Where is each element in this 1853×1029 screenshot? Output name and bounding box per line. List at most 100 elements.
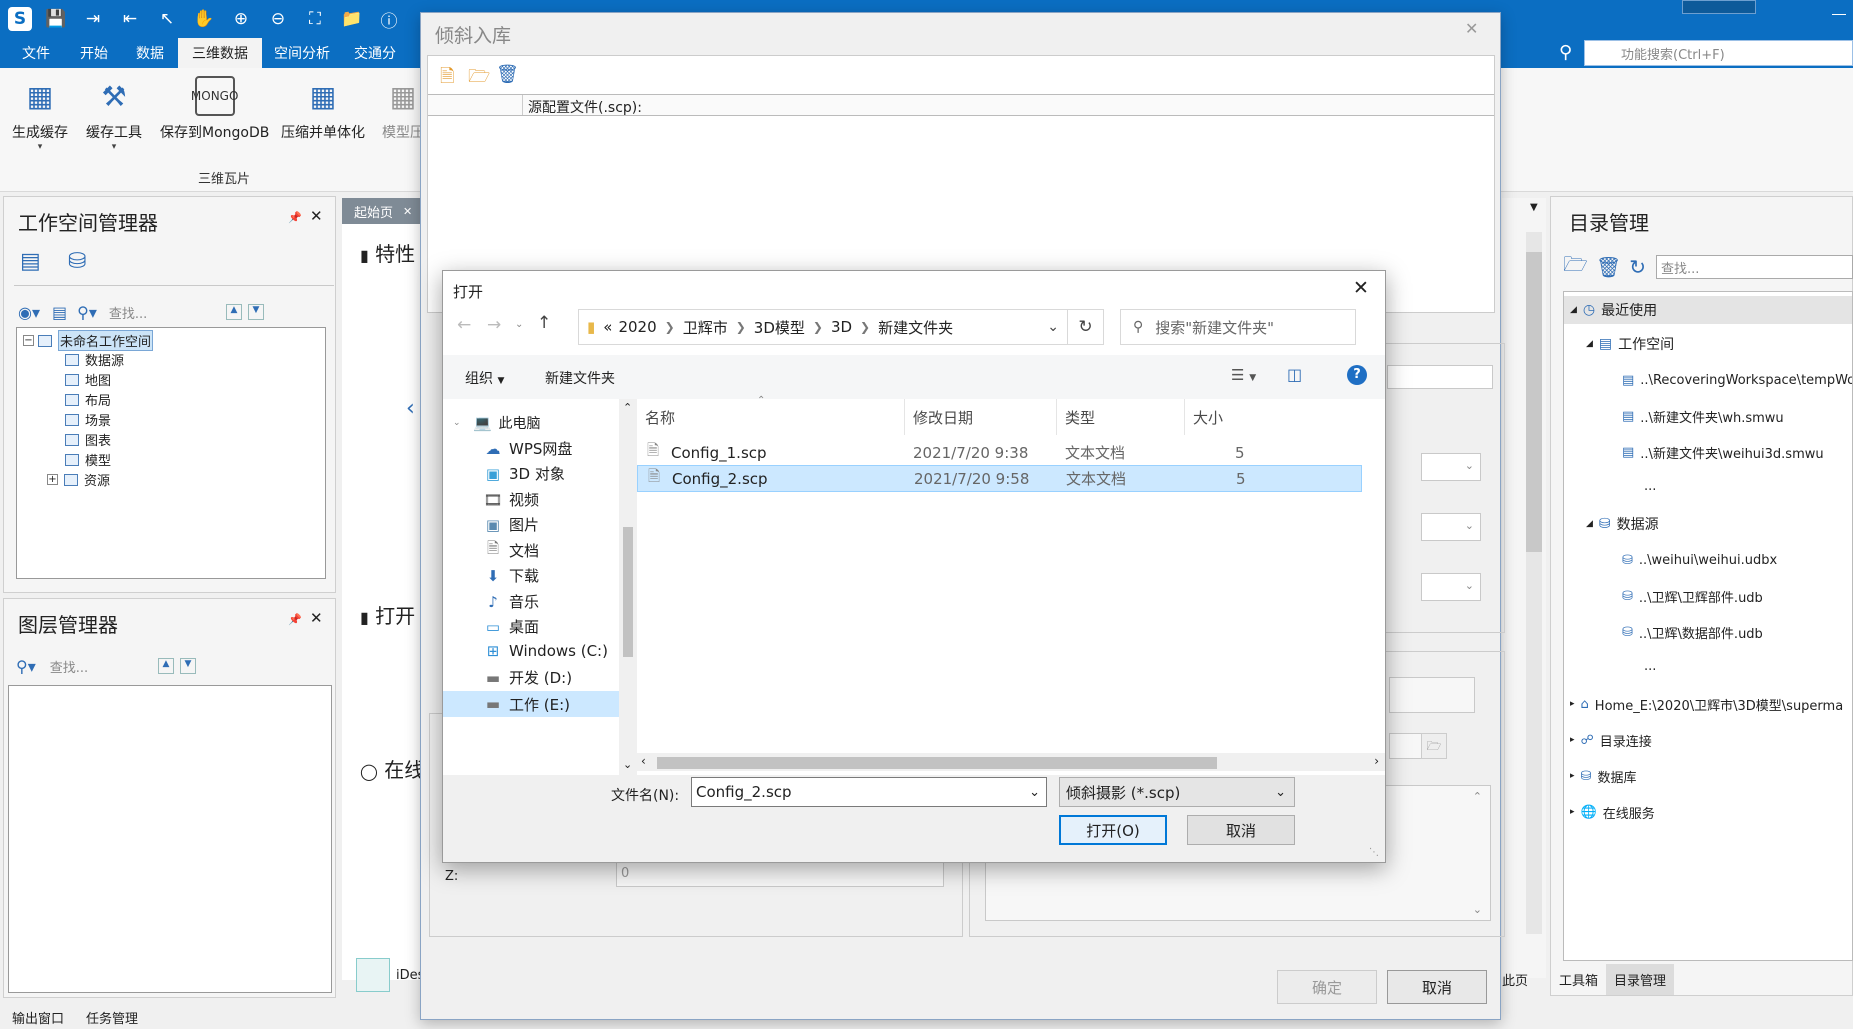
zoom-out-icon[interactable]: ⊖ [265, 6, 291, 32]
chevron-down-icon[interactable]: ⌄ [623, 758, 632, 771]
chevron-right-icon[interactable]: ❯ [860, 320, 870, 334]
carousel-left-icon[interactable]: ‹ [406, 396, 415, 421]
pan-hand-icon[interactable]: ✋ [191, 6, 217, 32]
zoom-in-icon[interactable]: ⊕ [228, 6, 254, 32]
nav-documents[interactable]: 🗎 文档 [483, 539, 539, 561]
compress-singulate-button[interactable]: ▦ 压缩并单体化 [281, 76, 365, 142]
import-icon[interactable]: ⇥ [80, 6, 106, 32]
workspace-tab-icon[interactable]: ▤ [20, 249, 41, 274]
catalog-connect-node[interactable]: ▸ ☍ 目录连接 [1570, 726, 1652, 754]
workspace-file-3[interactable]: ▤ ..\新建文件夹\weihui3d.smwu [1622, 438, 1824, 466]
back-icon[interactable]: ← [457, 315, 471, 335]
tree-root[interactable]: − 未命名工作空间 [23, 330, 154, 351]
output-path-input[interactable] [1389, 677, 1475, 713]
nav-3d-objects[interactable]: ▣ 3D 对象 [483, 463, 565, 484]
workspace-more[interactable]: ... [1644, 472, 1656, 500]
menu-tab-start[interactable]: 开始 [66, 38, 122, 68]
add-file-icon[interactable]: 🗎 [440, 64, 454, 94]
tree-item-resources[interactable]: + 资源 [47, 470, 110, 489]
file-row[interactable]: 🗎 Config_1.scp 2021/7/20 9:38 文本文档 5 [637, 439, 1362, 466]
breadcrumb-item[interactable]: 3D模型 [754, 317, 805, 338]
filename-input[interactable]: Config_2.scp ⌄ [691, 777, 1047, 807]
close-icon[interactable]: ✕ [310, 609, 323, 627]
catalog-tab[interactable]: 目录管理 [1606, 963, 1675, 995]
scrollbar-thumb[interactable] [623, 527, 633, 657]
delete-icon[interactable]: 🗑 [496, 64, 519, 85]
find-icon[interactable]: ⚲▾ [16, 657, 36, 676]
pin-icon[interactable]: 📌 [288, 211, 302, 224]
nav-videos[interactable]: 🎞 视频 [483, 489, 539, 510]
pin-icon[interactable]: 📌 [288, 613, 302, 626]
dropdown-3[interactable]: ⌄ [1421, 573, 1481, 601]
horizontal-scrollbar[interactable]: ‹ › [637, 753, 1385, 771]
nav-downloads[interactable]: ⬇ 下载 [483, 565, 539, 586]
datasource-file-3[interactable]: ⛁ ..\卫辉\数据部件.udb [1622, 618, 1763, 646]
close-icon[interactable]: ✕ [1353, 277, 1369, 299]
column-name[interactable]: 名称 [637, 399, 905, 435]
tree-item-layout[interactable]: 布局 [65, 390, 111, 409]
model-compress-button[interactable]: ▦ 模型压 [382, 76, 424, 142]
ides-entry[interactable]: iDes [356, 958, 424, 992]
refresh-button[interactable]: ↻ [1068, 309, 1104, 345]
breadcrumb-item[interactable]: 新建文件夹 [878, 317, 953, 338]
address-bar[interactable]: ▮ « 2020 ❯ 卫辉市 ❯ 3D模型 ❯ 3D ❯ 新建文件夹 ⌄ [578, 309, 1068, 345]
scrollbar[interactable] [1526, 232, 1542, 934]
nav-scrollbar[interactable]: ⌃ ⌄ [619, 399, 637, 775]
move-up-icon[interactable]: ▲ [226, 304, 242, 320]
menu-tab-data[interactable]: 数据 [122, 38, 178, 68]
full-extent-icon[interactable]: ⛶ [302, 6, 328, 32]
workspace-node[interactable]: ◢ ▤ 工作空间 [1586, 330, 1674, 358]
catalog-search-input[interactable]: 查找... [1655, 255, 1853, 279]
menu-tab-traffic[interactable]: 交通分 [342, 38, 408, 68]
datasource-node[interactable]: ◢ ⛁ 数据源 [1586, 510, 1659, 538]
feature-search[interactable]: ⚲ 功能搜索(Ctrl+F) [1559, 40, 1853, 66]
browse-folder-icon[interactable]: 🗁 [1421, 733, 1447, 759]
close-icon[interactable]: ✕ [1465, 19, 1478, 38]
address-dropdown-icon[interactable]: ⌄ [1047, 319, 1059, 335]
chevron-down-icon[interactable]: ⌄ [1029, 785, 1040, 800]
breadcrumb-item[interactable]: 2020 [618, 318, 656, 336]
new-folder-icon[interactable]: 🗁 [1563, 250, 1588, 284]
column-type[interactable]: 类型 [1057, 399, 1185, 435]
scrollbar-thumb[interactable] [1526, 252, 1542, 552]
chevron-down-icon[interactable]: ⌄ [1473, 903, 1482, 916]
output-window-tab[interactable]: 输出窗口 [12, 1008, 64, 1027]
open-button[interactable]: 打开(O) [1059, 815, 1167, 845]
task-manager-tab[interactable]: 任务管理 [86, 1008, 138, 1027]
tilt-cancel-button[interactable]: 取消 [1387, 970, 1487, 1004]
workspace-file-2[interactable]: ▤ ..\新建文件夹\wh.smwu [1622, 402, 1784, 430]
scrollbar-thumb[interactable] [657, 757, 1217, 769]
dropdown-2[interactable]: ⌄ [1421, 513, 1481, 541]
chevron-right-icon[interactable]: ❯ [665, 320, 675, 334]
nav-this-pc[interactable]: ⌄ 💻 此电脑 [453, 413, 541, 433]
export-icon[interactable]: ⇤ [117, 6, 143, 32]
nav-desktop[interactable]: ▭ 桌面 [483, 616, 539, 637]
tree-item-model[interactable]: 模型 [65, 450, 111, 469]
workspace-file-1[interactable]: ▤ ..\RecoveringWorkspace\tempWor [1622, 366, 1852, 394]
chevron-right-icon[interactable]: ❯ [813, 320, 823, 334]
menu-tab-spatial-analysis[interactable]: 空间分析 [262, 38, 342, 68]
find-icon[interactable]: ⚲▾ [77, 303, 97, 322]
help-icon[interactable]: ? [1347, 365, 1367, 385]
resize-grip-icon[interactable]: ⋱ [1369, 847, 1379, 858]
chevron-right-icon[interactable]: › [1374, 754, 1379, 768]
app-logo-icon[interactable]: S [8, 7, 32, 31]
dropdown-1[interactable]: ⌄ [1421, 453, 1481, 481]
breadcrumb-item[interactable]: 卫辉市 [683, 317, 728, 338]
nav-drive-c[interactable]: ⊞ Windows (C:) [483, 642, 608, 660]
help-icon[interactable]: ⓘ [376, 6, 402, 32]
close-icon[interactable]: ✕ [403, 205, 412, 218]
properties-icon[interactable]: ▤ [52, 303, 67, 322]
up-icon[interactable]: ↑ [537, 313, 551, 333]
move-down-icon[interactable]: ▼ [180, 658, 196, 674]
datasource-file-2[interactable]: ⛁ ..\卫辉\卫辉部件.udb [1622, 582, 1763, 610]
menu-tab-file[interactable]: 文件 [10, 38, 66, 68]
expand-icon[interactable]: + [47, 474, 58, 485]
column-size[interactable]: 大小 [1185, 399, 1245, 435]
datasource-file-1[interactable]: ⛁ ..\weihui\weihui.udbx [1622, 546, 1777, 574]
breadcrumb-item[interactable]: 3D [831, 318, 852, 336]
datasource-more[interactable]: ... [1644, 652, 1656, 680]
nav-drive-d[interactable]: ▬ 开发 (D:) [483, 667, 572, 688]
nav-drive-e[interactable]: ▬ 工作 (E:) [443, 691, 619, 717]
minimize-icon[interactable] [1832, 14, 1846, 15]
